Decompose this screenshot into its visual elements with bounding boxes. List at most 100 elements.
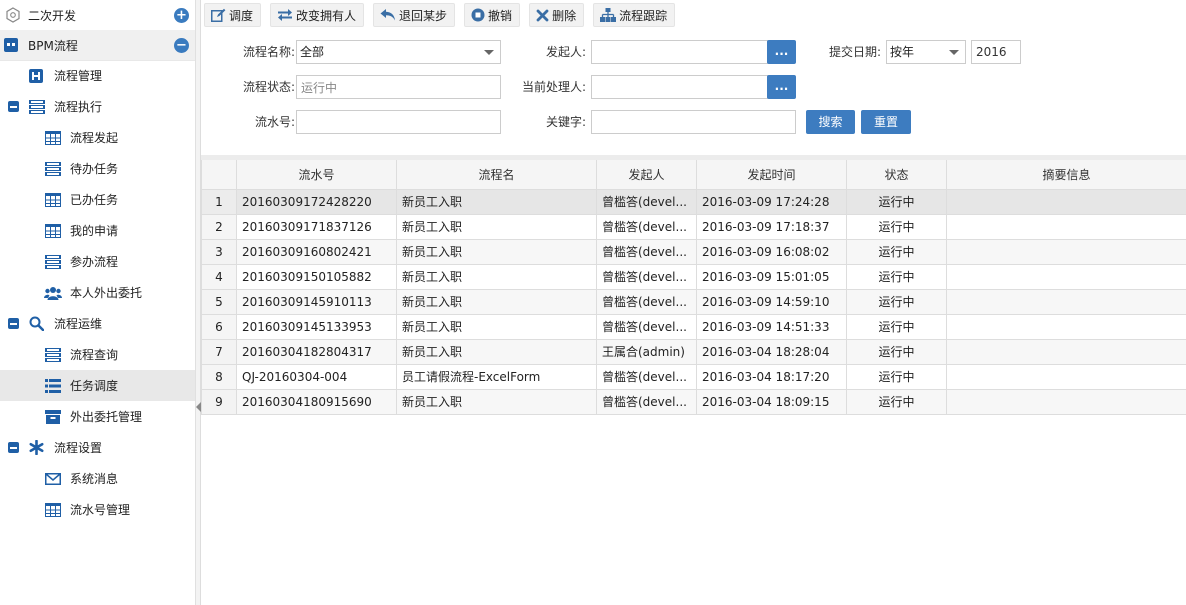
reply-icon [380,9,396,21]
filter-panel: 流程名称: 全部 发起人: ... 提交日期: 按年 流程状态: 当前处理人: … [201,30,1186,155]
table-row[interactable]: 1 20160309172428220 新员工入职 曾槛答(devel... 2… [201,188,1186,215]
sidebar-item-flow-manage[interactable]: 流程管理 [0,60,195,91]
initiator-cell: 曾槛答(devel... [596,288,697,315]
serial-cell: 20160309160802421 [236,238,397,265]
table-row[interactable]: 7 20160304182804317 新员工入职 王属合(admin) 201… [201,338,1186,365]
row-number: 7 [201,338,237,365]
summary-cell [946,263,1186,290]
search-icon [29,316,44,331]
sidebar-item-label: 参办流程 [70,255,119,269]
summary-cell [946,288,1186,315]
keyword-input[interactable] [591,110,796,134]
status-input[interactable] [296,75,501,99]
year-input[interactable] [971,40,1021,64]
sidebar-item-participated[interactable]: 参办流程 [0,246,195,277]
list-box-icon [29,99,45,114]
sidebar-item-system-messages[interactable]: 系统消息 [0,463,195,494]
start-time-cell: 2016-03-09 15:01:05 [696,263,847,290]
keyword-label: 关键字: [545,115,586,129]
period-select[interactable]: 按年 [886,40,966,64]
close-icon [536,9,549,21]
flow-name-select[interactable]: 全部 [296,40,501,64]
row-number: 5 [201,288,237,315]
sidebar-group-secondary-dev[interactable]: 二次开发 + [0,0,195,31]
collapse-minus-icon[interactable]: − [174,37,189,53]
column-header-initiator[interactable]: 发起人 [596,160,697,190]
sidebar-item-my-requests[interactable]: 我的申请 [0,215,195,246]
summary-cell [946,388,1186,415]
column-header-start-time[interactable]: 发起时间 [696,160,847,190]
change-owner-button[interactable]: 改变拥有人 [270,3,365,27]
start-time-cell: 2016-03-04 18:28:04 [696,338,847,365]
handler-picker-button[interactable]: ... [767,75,796,99]
sidebar-item-task-dispatch[interactable]: 任务调度 [0,370,195,401]
start-time-cell: 2016-03-09 17:24:28 [696,188,847,215]
table-row[interactable]: 4 20160309150105882 新员工入职 曾槛答(devel... 2… [201,263,1186,290]
revoke-button[interactable]: 撤销 [464,3,521,27]
initiator-cell: 曾槛答(devel... [596,188,697,215]
table-row[interactable]: 2 20160309171837126 新员工入职 曾槛答(devel... 2… [201,213,1186,240]
current-handler-label: 当前处理人: [521,80,586,94]
step-back-button[interactable]: 退回某步 [373,3,456,27]
serial-input[interactable] [296,110,501,134]
table-row[interactable]: 5 20160309145910113 新员工入职 曾槛答(devel... 2… [201,288,1186,315]
sidebar-item-flow-query[interactable]: 流程查询 [0,339,195,370]
stop-circle-icon [471,8,485,22]
sidebar-item-label: 本人外出委托 [70,286,143,300]
search-button[interactable]: 搜索 [806,110,855,134]
flow-name-cell: 新员工入职 [396,238,597,265]
status-label: 流程状态: [242,80,295,94]
grid-header-row: 流水号 流程名 发起人 发起时间 状态 摘要信息 [201,160,1186,190]
column-header-flow-name[interactable]: 流程名 [396,160,597,190]
flow-name-cell: 新员工入职 [396,288,597,315]
flow-name-cell: 新员工入职 [396,188,597,215]
dispatch-button[interactable]: 调度 [204,3,262,27]
table-row[interactable]: 3 20160309160802421 新员工入职 曾槛答(devel... 2… [201,238,1186,265]
hexagon-icon [5,7,21,23]
table-row[interactable]: 8 QJ-20160304-004 员工请假流程-ExcelForm 曾槛答(d… [201,363,1186,390]
sidebar-group-bpm[interactable]: BPM流程 − [0,30,195,61]
trace-button[interactable]: 流程跟踪 [593,3,676,27]
sidebar-item-start-flow[interactable]: 流程发起 [0,122,195,153]
column-header-status[interactable]: 状态 [846,160,947,190]
row-number: 3 [201,238,237,265]
sidebar-group-settings[interactable]: 流程设置 [0,432,195,463]
flow-name-label: 流程名称: [242,45,295,59]
sidebar-item-label: 流程管理 [54,69,103,83]
collapse-minus-icon[interactable] [8,318,19,329]
delete-button[interactable]: 删除 [529,3,585,27]
collapse-minus-icon[interactable] [8,442,19,453]
collapse-minus-icon[interactable] [8,101,19,112]
sidebar-item-delegation-manage[interactable]: 外出委托管理 [0,401,195,432]
expand-plus-icon[interactable]: + [174,7,189,23]
list-box-icon [45,254,61,269]
summary-cell [946,338,1186,365]
sidebar-item-done-tasks[interactable]: 已办任务 [0,184,195,215]
summary-cell [946,188,1186,215]
table-row[interactable]: 9 20160304180915690 新员工入职 曾槛答(devel... 2… [201,388,1186,415]
sidebar-group-label: 流程运维 [54,317,103,331]
table-row[interactable]: 6 20160309145133953 新员工入职 曾槛答(devel... 2… [201,313,1186,340]
sidebar-group-label: 流程执行 [54,100,103,114]
start-time-cell: 2016-03-09 17:18:37 [696,213,847,240]
column-header-summary[interactable]: 摘要信息 [946,160,1186,190]
sidebar-group-exec[interactable]: 流程执行 [0,91,195,122]
current-handler-input[interactable] [591,75,768,99]
sidebar: 二次开发 + BPM流程 − 流程管理 流程执行 流程发起 待办任务 已办任务 … [0,0,196,605]
chevron-down-icon [484,50,494,55]
sidebar-item-serial-manage[interactable]: 流水号管理 [0,494,195,525]
initiator-input[interactable] [591,40,768,64]
column-header-serial[interactable]: 流水号 [236,160,397,190]
status-cell: 运行中 [846,363,947,390]
summary-cell [946,363,1186,390]
sidebar-item-my-delegation[interactable]: 本人外出委托 [0,277,195,308]
sidebar-item-todo-tasks[interactable]: 待办任务 [0,153,195,184]
sidebar-group-ops[interactable]: 流程运维 [0,308,195,339]
sidebar-item-label: 已办任务 [70,193,119,207]
reset-button[interactable]: 重置 [861,110,911,134]
start-time-cell: 2016-03-09 16:08:02 [696,238,847,265]
envelope-icon [45,472,61,485]
start-time-cell: 2016-03-04 18:09:15 [696,388,847,415]
flow-name-cell: 新员工入职 [396,213,597,240]
initiator-picker-button[interactable]: ... [767,40,796,64]
